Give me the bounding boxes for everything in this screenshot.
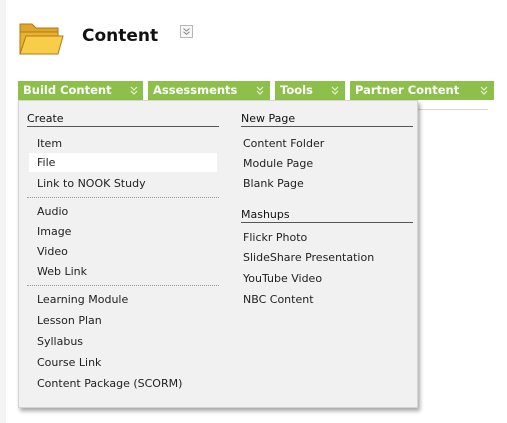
tab-tools[interactable]: Tools	[275, 81, 345, 100]
tab-label: Partner Content	[355, 83, 460, 97]
tab-label: Tools	[280, 83, 313, 97]
menu-item-flickr-photo[interactable]: Flickr Photo	[243, 228, 307, 247]
new-page-heading-underline	[241, 126, 413, 127]
double-chevron-down-icon	[256, 86, 264, 95]
tab-build-content[interactable]: Build Content	[18, 81, 143, 100]
menu-item-lesson-plan[interactable]: Lesson Plan	[37, 311, 102, 330]
menu-item-course-link[interactable]: Course Link	[37, 353, 101, 372]
menu-item-content-folder[interactable]: Content Folder	[243, 134, 324, 153]
menu-item-content-package-scorm[interactable]: Content Package (SCORM)	[37, 374, 182, 393]
tab-label: Assessments	[153, 83, 238, 97]
title-options-button[interactable]	[180, 25, 193, 38]
page-title: Content	[82, 26, 159, 46]
new-page-heading: New Page	[241, 112, 296, 125]
tab-partner-content[interactable]: Partner Content	[350, 81, 494, 100]
create-heading-underline	[27, 126, 219, 127]
double-chevron-down-icon	[331, 86, 339, 95]
menu-item-video[interactable]: Video	[37, 242, 68, 261]
menu-separator	[27, 197, 219, 198]
menu-item-web-link[interactable]: Web Link	[37, 262, 87, 281]
mashups-heading: Mashups	[241, 208, 290, 221]
menu-separator	[27, 285, 219, 286]
menu-item-slideshare-presentation[interactable]: SlideShare Presentation	[243, 248, 374, 267]
create-heading: Create	[27, 112, 64, 125]
menu-item-learning-module[interactable]: Learning Module	[37, 290, 128, 309]
content-header: Content	[18, 12, 318, 55]
double-chevron-down-icon	[130, 86, 138, 95]
menu-item-link-to-nook-study[interactable]: Link to NOOK Study	[37, 174, 217, 193]
folder-icon	[19, 23, 64, 55]
double-chevron-down-icon	[183, 28, 190, 35]
mashups-heading-underline	[241, 222, 413, 223]
tab-assessments[interactable]: Assessments	[148, 81, 270, 100]
menu-item-syllabus[interactable]: Syllabus	[37, 332, 83, 351]
menu-item-image[interactable]: Image	[37, 222, 71, 241]
menu-item-item[interactable]: Item	[37, 134, 217, 153]
menu-item-audio[interactable]: Audio	[37, 202, 68, 221]
menu-item-file[interactable]: File	[29, 153, 217, 172]
menu-item-youtube-video[interactable]: YouTube Video	[243, 269, 322, 288]
tab-label: Build Content	[23, 83, 112, 97]
menu-item-module-page[interactable]: Module Page	[243, 154, 313, 173]
double-chevron-down-icon	[480, 86, 488, 95]
build-content-dropdown: Create Item File Link to NOOK Study Audi…	[18, 100, 418, 408]
menu-item-blank-page[interactable]: Blank Page	[243, 174, 304, 193]
menu-item-nbc-content[interactable]: NBC Content	[243, 290, 314, 309]
